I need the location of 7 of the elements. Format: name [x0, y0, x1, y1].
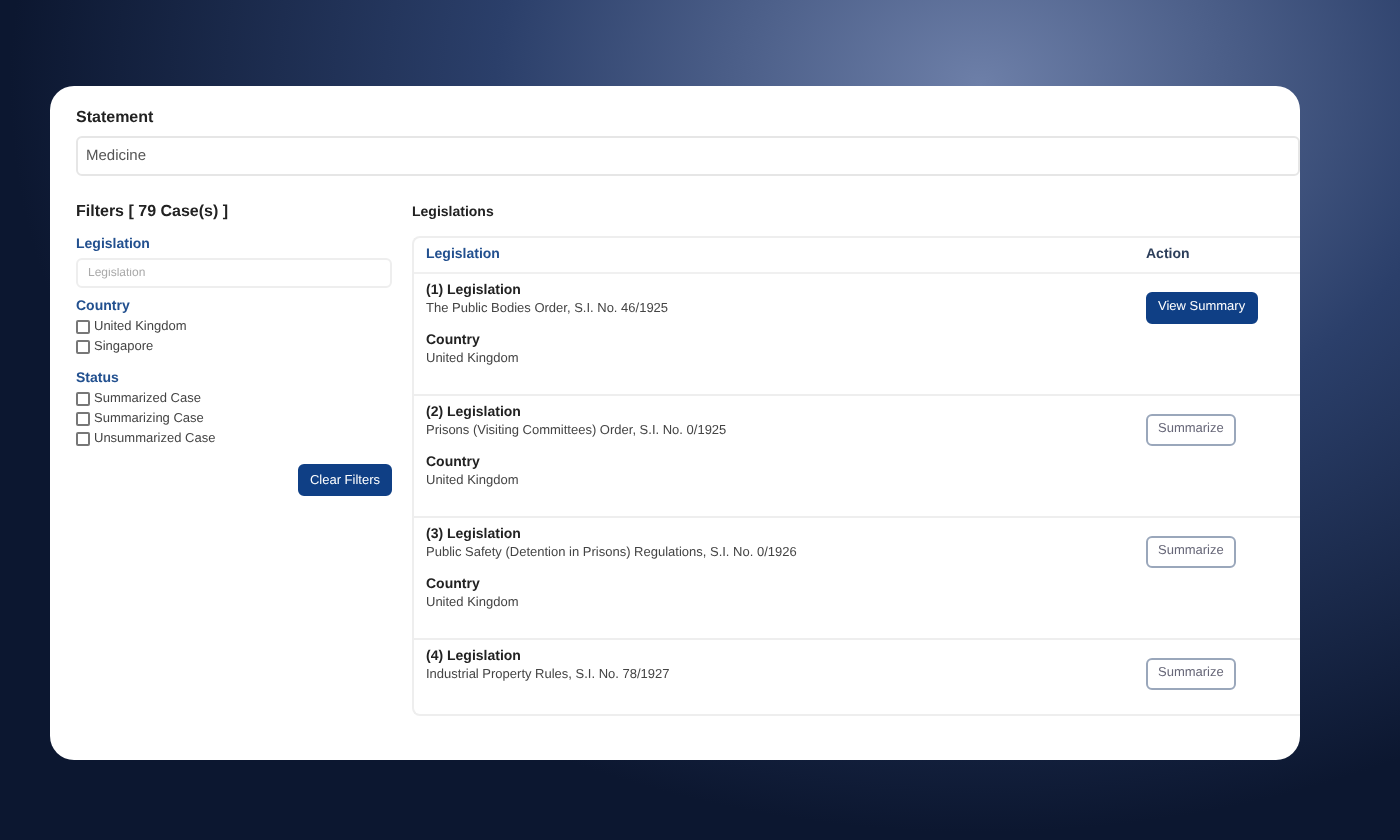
statement-label: Statement: [76, 108, 156, 126]
checkbox[interactable]: [76, 412, 90, 426]
checkbox[interactable]: [76, 320, 90, 334]
checkbox[interactable]: [76, 392, 90, 406]
checkbox[interactable]: [76, 340, 90, 354]
checkbox[interactable]: [76, 432, 90, 446]
filters-title: Filters [ 79 Case(s) ]: [76, 202, 231, 220]
